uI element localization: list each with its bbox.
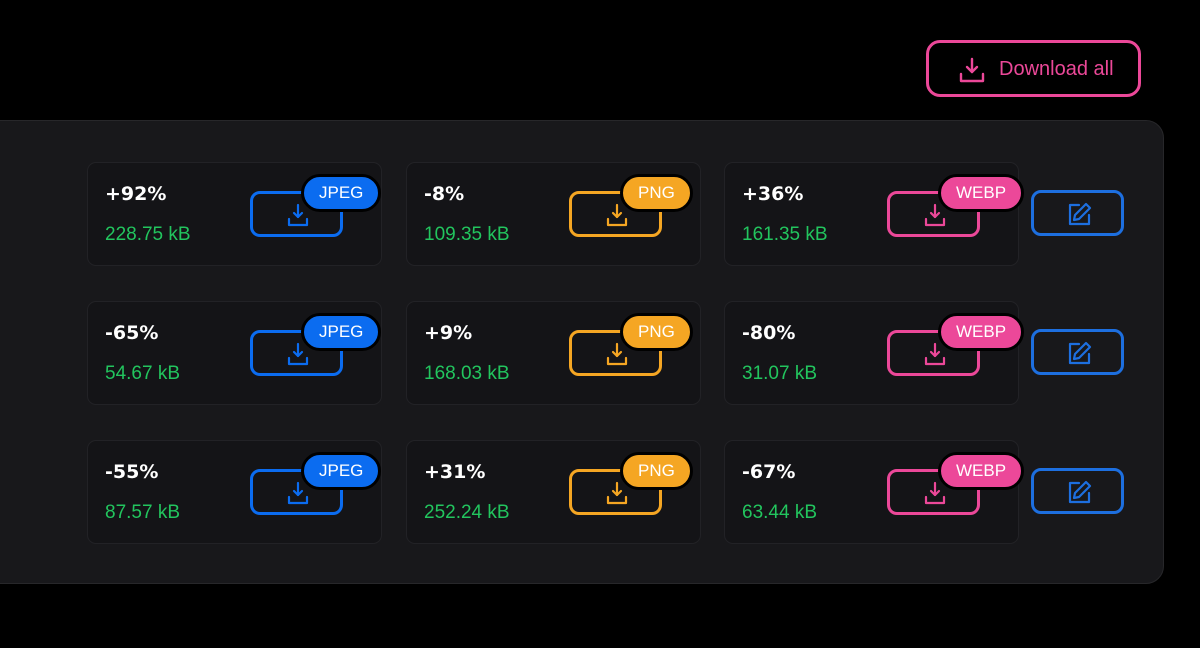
file-size: 54.67 kB <box>105 363 180 384</box>
edit-button[interactable] <box>1031 190 1124 236</box>
result-card-png: +9% 168.03 kB PNG <box>406 301 701 405</box>
result-card-webp: -80% 31.07 kB WEBP <box>724 301 1025 405</box>
size-change-percent: +92% <box>105 183 167 205</box>
edit-icon <box>1066 201 1092 227</box>
format-badge-webp: WEBP <box>938 313 1025 351</box>
file-size: 161.35 kB <box>742 224 828 245</box>
size-change-percent: +36% <box>742 183 804 205</box>
file-size: 168.03 kB <box>424 363 510 384</box>
result-card-jpeg: -55% 87.57 kB JPEG <box>87 440 382 544</box>
size-change-percent: +9% <box>424 322 473 344</box>
result-card-webp: +36% 161.35 kB WEBP <box>724 162 1025 266</box>
result-card-jpeg: +92% 228.75 kB JPEG <box>87 162 382 266</box>
edit-icon <box>1066 340 1092 366</box>
format-badge-png: PNG <box>620 174 693 212</box>
size-change-percent: -55% <box>105 461 159 483</box>
format-badge-png: PNG <box>620 452 693 490</box>
result-card-png: +31% 252.24 kB PNG <box>406 440 701 544</box>
file-size: 87.57 kB <box>105 502 180 523</box>
result-card-jpeg: -65% 54.67 kB JPEG <box>87 301 382 405</box>
size-change-percent: -67% <box>742 461 796 483</box>
size-change-percent: -65% <box>105 322 159 344</box>
format-badge-jpeg: JPEG <box>301 174 382 212</box>
size-change-percent: -8% <box>424 183 465 205</box>
download-all-button[interactable]: Download all <box>926 40 1141 97</box>
download-all-label: Download all <box>999 58 1114 80</box>
edit-button[interactable] <box>1031 468 1124 514</box>
file-size: 31.07 kB <box>742 363 817 384</box>
format-badge-jpeg: JPEG <box>301 452 382 490</box>
file-size: 228.75 kB <box>105 224 191 245</box>
format-badge-webp: WEBP <box>938 174 1025 212</box>
size-change-percent: -80% <box>742 322 796 344</box>
format-badge-webp: WEBP <box>938 452 1025 490</box>
file-size: 63.44 kB <box>742 502 817 523</box>
size-change-percent: +31% <box>424 461 486 483</box>
edit-button[interactable] <box>1031 329 1124 375</box>
file-size: 252.24 kB <box>424 502 510 523</box>
download-icon <box>959 57 985 83</box>
result-card-webp: -67% 63.44 kB WEBP <box>724 440 1025 544</box>
page: Download all +92% 228.75 kB JPEG -8% 109.35 … <box>0 0 1200 648</box>
format-badge-png: PNG <box>620 313 693 351</box>
format-badge-jpeg: JPEG <box>301 313 382 351</box>
result-card-png: -8% 109.35 kB PNG <box>406 162 701 266</box>
file-size: 109.35 kB <box>424 224 510 245</box>
edit-icon <box>1066 479 1092 505</box>
